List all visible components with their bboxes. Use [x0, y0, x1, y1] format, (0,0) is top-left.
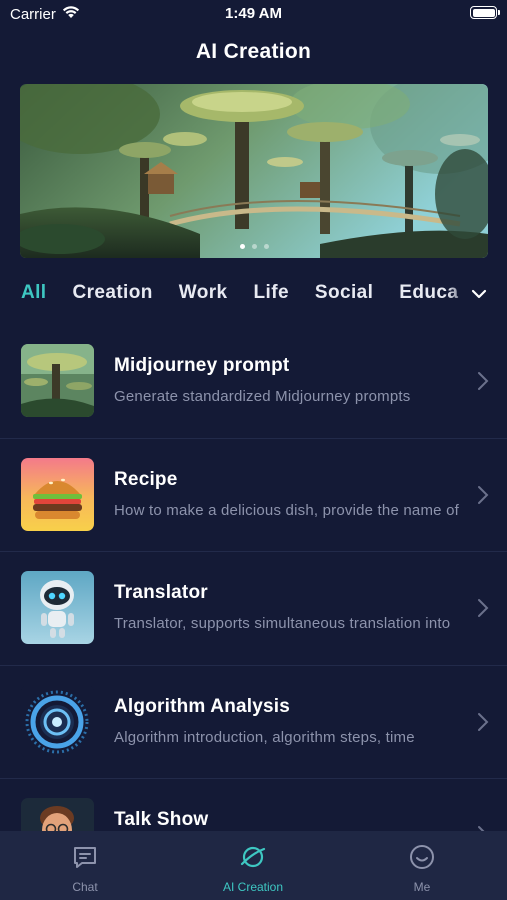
tab-chat[interactable]: Chat	[25, 843, 145, 894]
burger-thumbnail	[21, 457, 94, 531]
carousel-dot[interactable]	[263, 244, 269, 249]
tab-me[interactable]: Me	[362, 843, 482, 894]
smiley-icon	[408, 845, 436, 875]
chevron-right-icon	[477, 598, 489, 623]
carousel-dot[interactable]	[239, 244, 245, 249]
chevron-down-icon[interactable]	[471, 286, 487, 307]
digital-ring-thumbnail	[21, 684, 94, 758]
tab-all[interactable]: All	[21, 282, 46, 304]
chat-icon	[71, 847, 99, 875]
tab-social[interactable]: Social	[315, 282, 373, 304]
tab-creation[interactable]: Creation	[72, 282, 152, 304]
planet-icon	[239, 846, 267, 875]
battery-icon	[470, 6, 500, 19]
tab-label: Me	[413, 880, 431, 894]
item-title: Recipe	[114, 468, 178, 490]
list-item[interactable]: Recipe How to make a delicious dish, pro…	[0, 439, 507, 552]
chevron-right-icon	[477, 485, 489, 510]
item-description: How to make a delicious dish, provide th…	[114, 501, 459, 519]
fantasy-forest-thumbnail	[21, 344, 94, 417]
item-title: Algorithm Analysis	[114, 695, 291, 717]
banner-carousel[interactable]	[20, 84, 488, 258]
robot-thumbnail	[21, 571, 94, 644]
item-description: Generate standardized Midjourney prompts	[114, 388, 411, 405]
banner-image	[20, 84, 488, 258]
item-description: Algorithm introduction, algorithm steps,…	[114, 728, 415, 746]
tab-label: Chat	[72, 880, 98, 894]
category-tabs: All Creation Work Life Social Educa	[0, 278, 507, 312]
tab-life[interactable]: Life	[254, 282, 289, 304]
list-item[interactable]: Algorithm Analysis Algorithm introductio…	[0, 666, 507, 779]
list-item[interactable]: Midjourney prompt Generate standardized …	[0, 325, 507, 439]
status-bar: Carrier 1:49 AM	[0, 0, 507, 30]
status-time: 1:49 AM	[225, 5, 282, 22]
tab-work[interactable]: Work	[179, 282, 228, 304]
item-title: Translator	[114, 582, 208, 603]
page-title: AI Creation	[195, 40, 312, 63]
chevron-right-icon	[477, 712, 489, 737]
chevron-right-icon	[477, 371, 489, 396]
bottom-tab-bar: Chat AI Creation Me	[0, 831, 507, 900]
carousel-dots[interactable]	[20, 244, 488, 249]
creation-list: Midjourney prompt Generate standardized …	[0, 325, 507, 893]
item-title: Midjourney prompt	[114, 355, 290, 376]
item-description: Translator, supports simultaneous transl…	[114, 615, 451, 632]
list-item[interactable]: Translator Translator, supports simultan…	[0, 552, 507, 666]
tab-ai-creation[interactable]: AI Creation	[193, 843, 313, 894]
carousel-dot[interactable]	[251, 244, 257, 249]
tab-label: AI Creation	[222, 880, 284, 894]
item-title: Talk Show	[114, 809, 209, 830]
